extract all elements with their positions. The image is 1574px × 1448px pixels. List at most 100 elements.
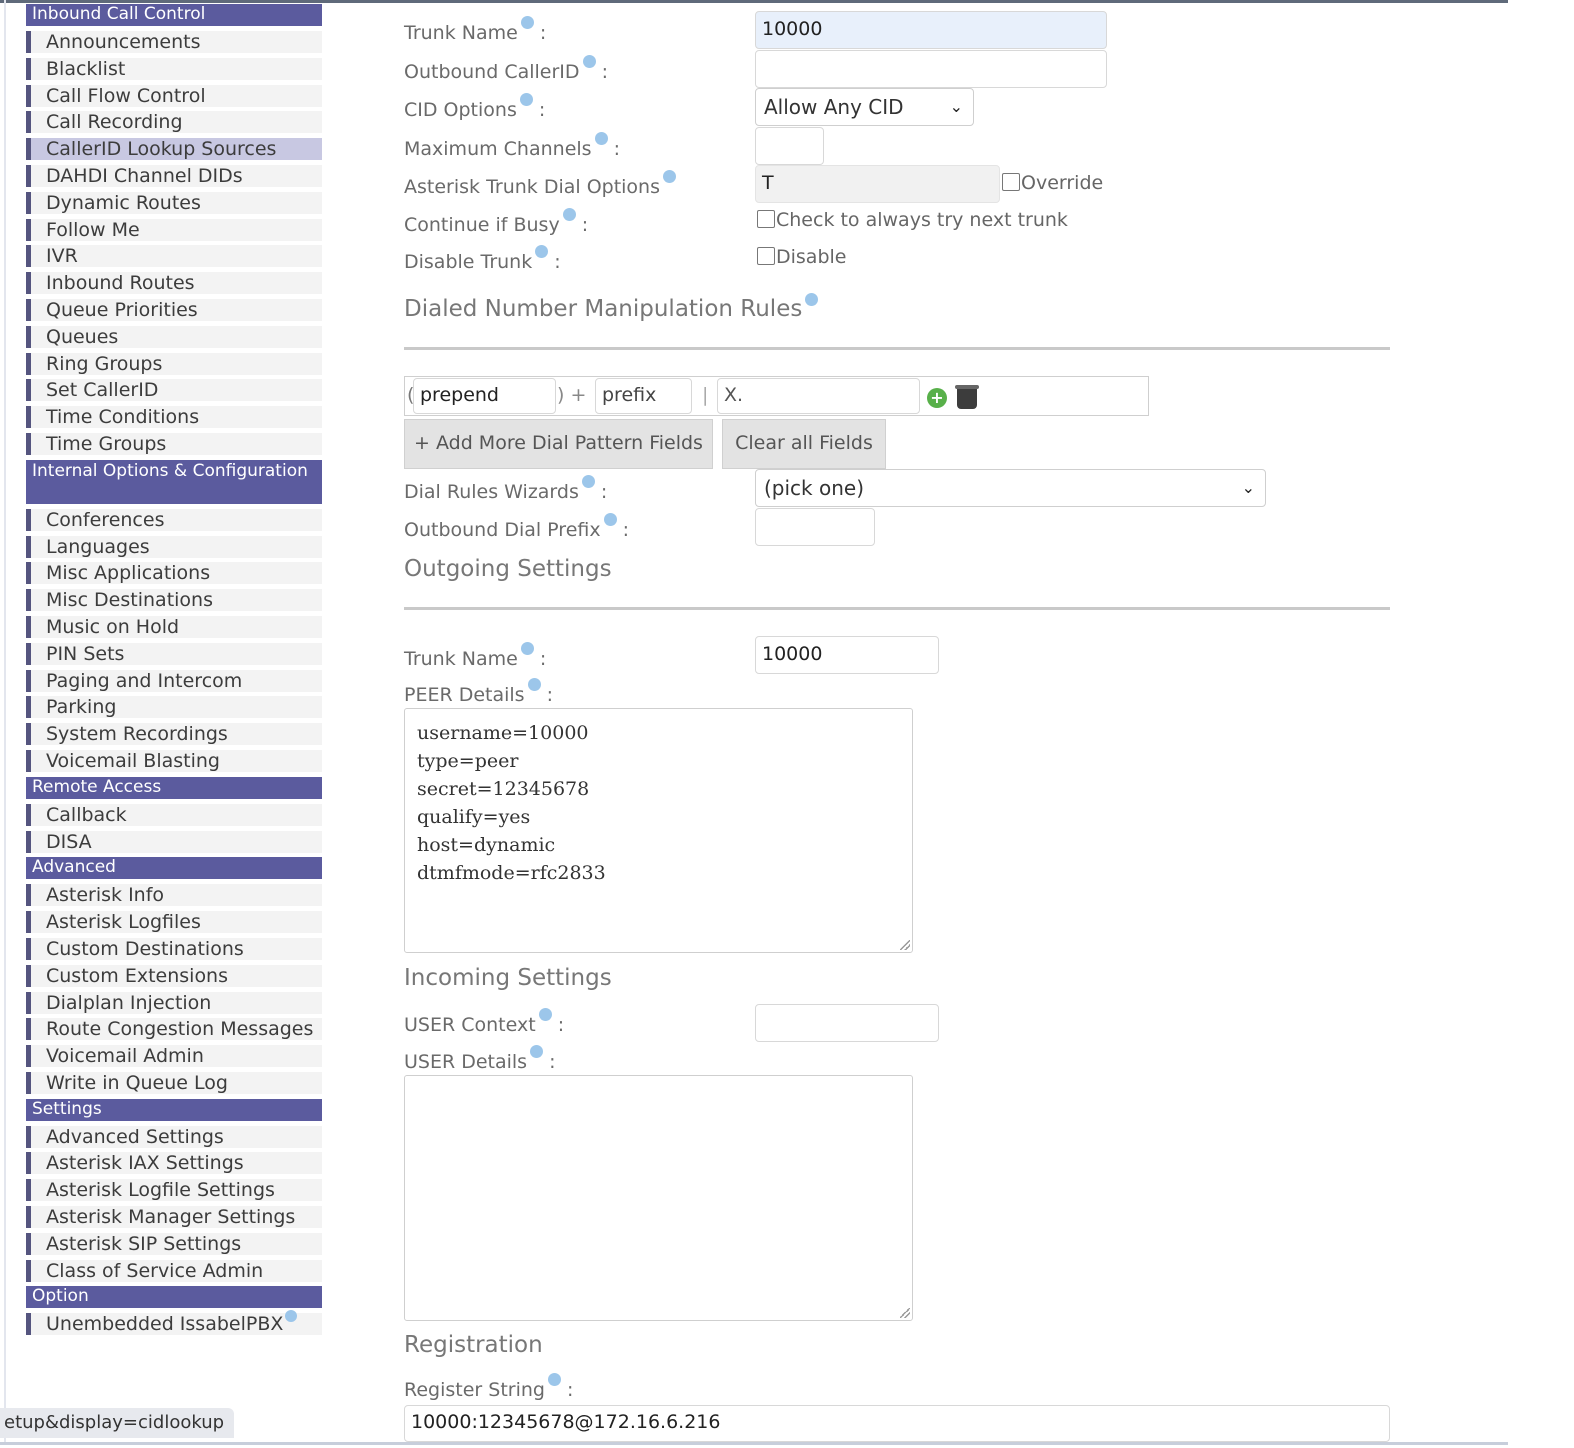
sidebar-section-header: Advanced <box>26 857 322 880</box>
sidebar-item-paging-and-intercom[interactable]: Paging and Intercom <box>26 669 322 692</box>
help-icon[interactable] <box>594 132 608 145</box>
sidebar-item-time-conditions[interactable]: Time Conditions <box>26 406 322 429</box>
max-channels-input[interactable] <box>755 127 824 165</box>
help-icon[interactable] <box>530 1045 544 1058</box>
sidebar-item-dahdi-channel-dids[interactable]: DAHDI Channel DIDs <box>26 164 322 187</box>
help-icon[interactable] <box>527 678 541 691</box>
user-details-textarea[interactable] <box>404 1075 913 1321</box>
sidebar-item-time-groups[interactable]: Time Groups <box>26 432 322 455</box>
checkbox-box[interactable] <box>757 210 775 228</box>
prepend-input[interactable]: prepend <box>413 378 556 414</box>
sidebar-item-system-recordings[interactable]: System Recordings <box>26 723 322 746</box>
sidebar-item-class-of-service-admin[interactable]: Class of Service Admin <box>26 1259 322 1282</box>
sidebar-item-conferences[interactable]: Conferences <box>26 508 322 531</box>
peer-details-line: type=peer <box>417 750 519 772</box>
help-icon[interactable] <box>581 475 595 488</box>
outbound-prefix-input[interactable] <box>755 508 875 546</box>
sidebar-item-inbound-routes[interactable]: Inbound Routes <box>26 272 322 295</box>
help-icon[interactable] <box>535 245 549 258</box>
outbound-callerid-input[interactable] <box>755 50 1107 88</box>
register-string-label: Register String : <box>404 1373 573 1401</box>
sidebar-item-voicemail-blasting[interactable]: Voicemail Blasting <box>26 749 322 772</box>
sidebar-item-dynamic-routes[interactable]: Dynamic Routes <box>26 191 322 214</box>
sidebar-section-header: Internal Options & Configuration <box>26 459 322 504</box>
sidebar-item-asterisk-logfiles[interactable]: Asterisk Logfiles <box>26 911 322 934</box>
sidebar-item-disa[interactable]: DISA <box>26 830 322 853</box>
sidebar-item-parking[interactable]: Parking <box>26 696 322 719</box>
trunk-name-input[interactable]: 10000 <box>755 11 1107 49</box>
sidebar-item-ivr[interactable]: IVR <box>26 245 322 268</box>
sidebar-item-write-in-queue-log[interactable]: Write in Queue Log <box>26 1071 322 1094</box>
sidebar-item-queue-priorities[interactable]: Queue Priorities <box>26 298 322 321</box>
help-icon[interactable] <box>663 170 676 183</box>
outgoing-trunk-name-input[interactable]: 10000 <box>755 636 939 674</box>
sidebar-item-call-flow-control[interactable]: Call Flow Control <box>26 84 322 107</box>
peer-details-line: dtmfmode=rfc2833 <box>417 862 606 884</box>
sidebar-item-misc-destinations[interactable]: Misc Destinations <box>26 589 322 612</box>
sidebar-item-asterisk-info[interactable]: Asterisk Info <box>26 884 322 907</box>
help-icon[interactable] <box>582 55 596 68</box>
sidebar-item-custom-extensions[interactable]: Custom Extensions <box>26 964 322 987</box>
cid-options-select[interactable]: Allow Any CID ⌄ <box>755 88 974 126</box>
sidebar-item-follow-me[interactable]: Follow Me <box>26 218 322 241</box>
sidebar-item-advanced-settings[interactable]: Advanced Settings <box>26 1125 322 1148</box>
checkbox-box[interactable] <box>757 247 775 265</box>
sidebar-item-music-on-hold[interactable]: Music on Hold <box>26 615 322 638</box>
prefix-input[interactable]: prefix <box>595 378 692 414</box>
help-icon[interactable] <box>520 16 534 29</box>
sidebar-item-blacklist[interactable]: Blacklist <box>26 57 322 80</box>
sidebar-item-set-callerid[interactable]: Set CallerID <box>26 379 322 402</box>
help-icon[interactable] <box>603 513 617 526</box>
user-context-input[interactable] <box>755 1004 939 1042</box>
peer-details-label: PEER Details : <box>404 678 553 706</box>
sidebar-item-unembedded-issabelpbx[interactable]: Unembedded IssabelPBX <box>26 1310 322 1336</box>
close-paren-plus: ) + <box>557 384 587 406</box>
help-icon[interactable] <box>285 1310 298 1323</box>
dial-wizards-select[interactable]: (pick one) ⌄ <box>755 469 1266 507</box>
sidebar-item-callback[interactable]: Callback <box>26 803 322 826</box>
register-string-input[interactable]: 10000:12345678@172.16.6.216 <box>404 1405 1390 1442</box>
sidebar-item-call-recording[interactable]: Call Recording <box>26 111 322 134</box>
dial-options-label: Asterisk Trunk Dial Options <box>404 170 676 198</box>
sidebar-item-asterisk-sip-settings[interactable]: Asterisk SIP Settings <box>26 1232 322 1255</box>
resize-handle[interactable] <box>900 1308 910 1318</box>
trash-icon[interactable] <box>955 385 979 409</box>
sidebar-item-custom-destinations[interactable]: Custom Destinations <box>26 937 322 960</box>
help-icon[interactable] <box>547 1373 561 1386</box>
sidebar-item-dialplan-injection[interactable]: Dialplan Injection <box>26 991 322 1014</box>
continue-busy-checkbox[interactable]: Check to always try next trunk <box>757 209 1068 231</box>
sidebar-item-asterisk-iax-settings[interactable]: Asterisk IAX Settings <box>26 1152 322 1175</box>
sidebar-item-voicemail-admin[interactable]: Voicemail Admin <box>26 1045 322 1068</box>
sidebar-item-label: Queue Priorities <box>46 298 198 321</box>
sidebar-item-asterisk-manager-settings[interactable]: Asterisk Manager Settings <box>26 1206 322 1229</box>
pattern-input[interactable]: X. <box>717 378 920 414</box>
sidebar-item-label: DISA <box>46 830 92 853</box>
sidebar-item-callerid-lookup-sources[interactable]: CallerID Lookup Sources <box>26 138 322 161</box>
sidebar-item-announcements[interactable]: Announcements <box>26 31 322 53</box>
sidebar-item-languages[interactable]: Languages <box>26 535 322 558</box>
help-icon[interactable] <box>562 208 576 221</box>
add-more-pattern-button[interactable]: + Add More Dial Pattern Fields <box>404 419 713 469</box>
sidebar-item-route-congestion-messages[interactable]: Route Congestion Messages <box>26 1018 322 1041</box>
help-icon[interactable] <box>520 642 534 655</box>
peer-details-textarea[interactable]: username=10000 type=peer secret=12345678 qu… <box>404 708 913 953</box>
sidebar-item-misc-applications[interactable]: Misc Applications <box>26 562 322 585</box>
sidebar-item-asterisk-logfile-settings[interactable]: Asterisk Logfile Settings <box>26 1179 322 1202</box>
clear-fields-button[interactable]: Clear all Fields <box>722 419 886 469</box>
sidebar-item-pin-sets[interactable]: PIN Sets <box>26 642 322 665</box>
override-checkbox[interactable]: Override <box>1002 172 1103 194</box>
help-icon[interactable] <box>519 93 533 106</box>
disable-checkbox[interactable]: Disable <box>757 246 846 268</box>
sidebar-item-label: Class of Service Admin <box>46 1259 264 1282</box>
dial-options-input[interactable]: T <box>755 165 1000 203</box>
help-icon[interactable] <box>538 1008 552 1021</box>
help-icon[interactable] <box>805 293 819 306</box>
add-icon[interactable]: + <box>927 388 947 408</box>
sidebar-item-queues[interactable]: Queues <box>26 325 322 348</box>
incoming-settings-title: Incoming Settings <box>404 965 612 991</box>
sidebar-item-label: Call Recording <box>46 111 183 134</box>
sidebar-item-label: Conferences <box>46 508 165 531</box>
checkbox-box[interactable] <box>1002 173 1020 191</box>
sidebar-item-ring-groups[interactable]: Ring Groups <box>26 352 322 375</box>
resize-handle[interactable] <box>900 940 910 950</box>
